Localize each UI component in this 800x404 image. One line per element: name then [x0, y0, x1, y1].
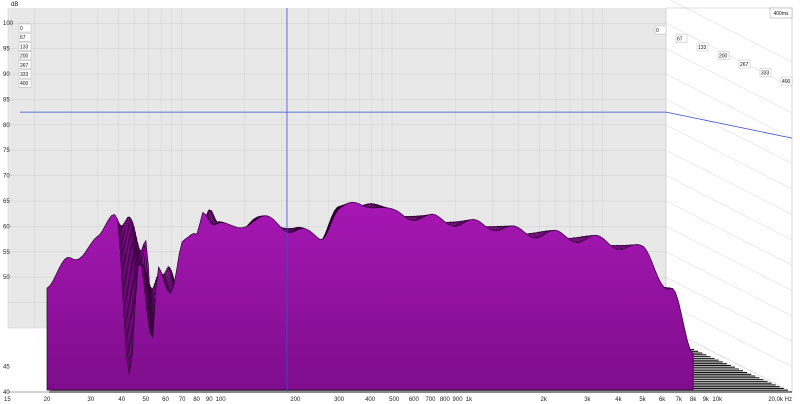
y-tick-label: 100	[3, 21, 14, 27]
x-tick-label: 200	[290, 397, 301, 403]
y-tick-label: 55	[3, 250, 10, 256]
slice-label-left: 267	[20, 63, 29, 69]
x-tick-label: 4k	[615, 397, 622, 403]
slice-label-right: 0	[656, 28, 659, 34]
y-tick-label: 70	[3, 174, 10, 180]
x-tick-label: 9k	[703, 397, 710, 403]
x-tick-label: 1k	[466, 397, 473, 403]
y-axis-unit: dB	[11, 2, 18, 8]
x-tick-label: 80	[193, 397, 200, 403]
x-tick-label: 15	[4, 397, 11, 403]
x-tick-label: 20	[44, 397, 51, 403]
x-tick-label: 400	[365, 397, 376, 403]
waterfall-plot[interactable]: 404550556065707580859095100105 152030405…	[0, 0, 800, 404]
x-tick-label: 40	[118, 397, 125, 403]
slice-label-left: 400	[20, 81, 29, 87]
slice-label-right: 200	[719, 54, 728, 60]
time-axis-label: 400ms	[773, 11, 789, 17]
x-tick-label: 20,0k Hz	[768, 397, 792, 403]
slice-label-left: 67	[20, 35, 26, 41]
y-tick-label: 95	[3, 47, 10, 53]
slice-label-left: 200	[20, 54, 29, 60]
slice-label-left: 333	[20, 72, 29, 78]
y-tick-label: 85	[3, 97, 10, 103]
x-tick-label: 70	[179, 397, 186, 403]
x-tick-label: 100	[216, 397, 227, 403]
x-tick-label: 50	[143, 397, 150, 403]
x-tick-label: 5k	[639, 397, 646, 403]
x-axis-ticks: 15 20 30 40 50 60 70 80 90 100 200 300 400 500 600 700 8…	[4, 397, 792, 403]
y-tick-label: 65	[3, 199, 10, 205]
y-tick-label: 90	[3, 72, 10, 78]
slice-label-right: 267	[740, 62, 749, 68]
slice-label-left: 133	[20, 44, 29, 50]
x-tick-label: 30	[87, 397, 94, 403]
x-tick-label: 6k	[659, 397, 666, 403]
x-tick-label: 800	[440, 397, 451, 403]
slice-label-right: 400	[782, 79, 791, 85]
y-tick-label: 40	[3, 390, 10, 396]
x-tick-label: 7k	[676, 397, 683, 403]
y-tick-label: 50	[3, 275, 10, 281]
x-tick-label: 10k	[712, 397, 723, 403]
x-tick-label: 3k	[584, 397, 591, 403]
x-tick-label: 90	[206, 397, 213, 403]
slice-label-right: 133	[698, 45, 707, 51]
x-tick-label: 900	[453, 397, 464, 403]
x-tick-label: 2k	[541, 397, 548, 403]
x-tick-label: 8k	[690, 397, 697, 403]
slice-label-left: 0	[20, 26, 23, 32]
y-tick-label: 45	[3, 365, 10, 371]
x-tick-label: 600	[409, 397, 420, 403]
x-tick-label: 60	[162, 397, 169, 403]
x-tick-label: 700	[425, 397, 436, 403]
y-tick-label: 60	[3, 224, 10, 230]
x-tick-label: 300	[334, 397, 345, 403]
y-tick-label: 75	[3, 148, 10, 154]
x-tick-label: 500	[389, 397, 400, 403]
y-tick-label: 80	[3, 123, 10, 129]
slice-label-right: 333	[761, 71, 770, 77]
slice-label-right: 67	[677, 37, 683, 43]
